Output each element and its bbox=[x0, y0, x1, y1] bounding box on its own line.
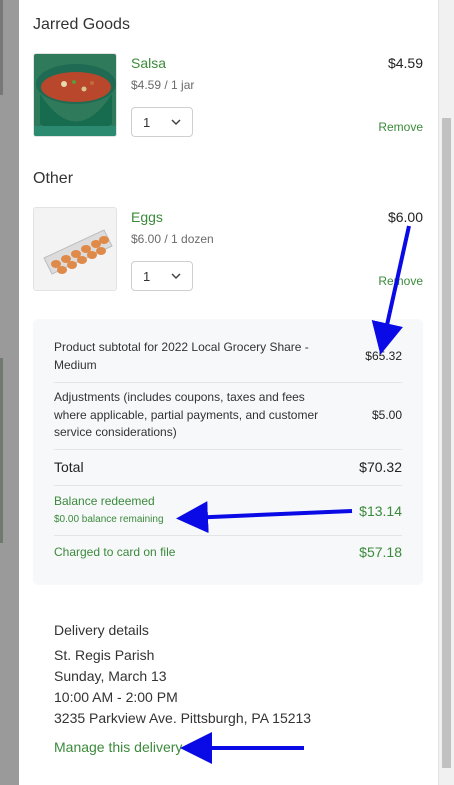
divider bbox=[54, 382, 402, 383]
adjustments-row: Adjustments (includes coupons, taxes and… bbox=[54, 389, 402, 443]
total-value: $70.32 bbox=[359, 459, 402, 475]
remove-eggs-link[interactable]: Remove bbox=[378, 274, 423, 288]
adjustments-label: Adjustments (includes coupons, taxes and… bbox=[54, 390, 319, 439]
salsa-bowl-icon bbox=[34, 54, 116, 136]
item-price-eggs: $6.00 bbox=[387, 209, 423, 225]
divider bbox=[54, 535, 402, 536]
charged-label: Charged to card on file bbox=[54, 545, 176, 559]
charged-row: Charged to card on file $57.18 bbox=[54, 544, 402, 564]
order-summary: Product subtotal for 2022 Local Grocery … bbox=[33, 319, 423, 585]
balance-row: Balance redeemed $0.00 balance remaining… bbox=[54, 493, 402, 529]
charged-value: $57.18 bbox=[359, 544, 402, 560]
item-price-salsa: $4.59 bbox=[387, 55, 423, 71]
divider bbox=[54, 449, 402, 450]
delivery-date: Sunday, March 13 bbox=[54, 668, 167, 684]
section-title-other: Other bbox=[33, 170, 74, 187]
adjustments-value: $5.00 bbox=[371, 408, 402, 422]
delivery-location: St. Regis Parish bbox=[54, 647, 155, 663]
cart-panel: Jarred Goods Salsa $4.59 / 1 jar 1 $4.59… bbox=[19, 0, 438, 785]
subtotal-label: Product subtotal for 2022 Local Grocery … bbox=[54, 340, 309, 372]
remove-salsa-link[interactable]: Remove bbox=[378, 120, 423, 134]
item-unit-price: $6.00 / 1 dozen bbox=[131, 232, 214, 246]
subtotal-value: $65.32 bbox=[365, 349, 402, 363]
balance-remaining: $0.00 balance remaining bbox=[54, 514, 164, 525]
subtotal-row: Product subtotal for 2022 Local Grocery … bbox=[54, 339, 402, 375]
manage-delivery-link[interactable]: Manage this delivery bbox=[54, 739, 182, 755]
total-label: Total bbox=[54, 459, 84, 475]
quantity-select-eggs[interactable]: 1 bbox=[131, 261, 193, 291]
item-name-salsa[interactable]: Salsa bbox=[131, 55, 166, 71]
balance-label: Balance redeemed bbox=[54, 494, 155, 508]
salsa-image[interactable] bbox=[33, 53, 117, 137]
quantity-value: 1 bbox=[143, 269, 151, 284]
quantity-select-salsa[interactable]: 1 bbox=[131, 107, 193, 137]
scrollbar-thumb[interactable] bbox=[442, 118, 451, 768]
backdrop-shade bbox=[0, 358, 3, 543]
total-row: Total $70.32 bbox=[54, 459, 402, 479]
delivery-address: 3235 Parkview Ave. Pittsburgh, PA 15213 bbox=[54, 710, 312, 726]
item-unit-price: $4.59 / 1 jar bbox=[131, 78, 195, 92]
scrollbar[interactable] bbox=[438, 0, 454, 785]
chevron-down-icon bbox=[171, 119, 181, 126]
divider bbox=[54, 485, 402, 486]
balance-value: $13.14 bbox=[359, 503, 402, 519]
egg-carton-icon bbox=[34, 208, 116, 290]
delivery-heading: Delivery details bbox=[54, 622, 149, 638]
item-name-eggs[interactable]: Eggs bbox=[131, 209, 163, 225]
section-title-jarred-goods: Jarred Goods bbox=[33, 16, 130, 33]
quantity-value: 1 bbox=[143, 115, 151, 130]
backdrop-shade bbox=[0, 0, 3, 95]
page-backdrop bbox=[0, 0, 19, 785]
chevron-down-icon bbox=[171, 273, 181, 280]
delivery-time: 10:00 AM - 2:00 PM bbox=[54, 689, 178, 705]
eggs-image[interactable] bbox=[33, 207, 117, 291]
